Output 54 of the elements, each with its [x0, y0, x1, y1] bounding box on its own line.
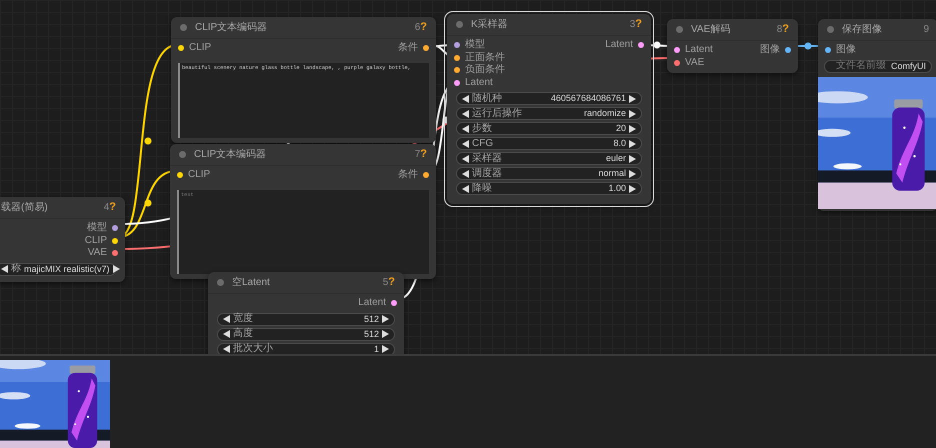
node-card[interactable]: VAE解码 8? Latent VAE 图像 [667, 19, 798, 73]
dropdown-field[interactable]: 采样器 euler [456, 152, 642, 165]
node-number: 3 [630, 18, 636, 32]
slot-label: 正面条件 [465, 52, 505, 63]
node-title: 保存图像 [842, 23, 882, 37]
node-number: 5 [382, 276, 388, 290]
slot-label: 模型 [465, 40, 485, 50]
node-card[interactable]: K采样器 3? 模型 正面条件 负面条件 Latent Latent 随机种 460567684086761 运行后操作 randomize 步数 20 CFG 8.0 采样器 euler 调度器 normal 降噪 1.00 [447, 14, 651, 204]
slot-label: Latent [465, 78, 493, 88]
node-title: VAE解码 [691, 23, 730, 37]
help-mark[interactable]: ? [782, 21, 789, 38]
node-number: 8 [776, 23, 782, 37]
slot-label: 图像 [836, 45, 856, 56]
slot-label: CLIP [189, 43, 212, 54]
node-card[interactable]: 空Latent 5? Latent 宽度 512 高度 512 批次大小 1 [208, 272, 404, 354]
slot-label: CLIP [84, 236, 107, 246]
node-card[interactable]: 载器(简易) 4? 模型 CLIP VAE 称 majicMIX realistic(v7) [0, 197, 125, 282]
slot-label: VAE [88, 248, 107, 258]
node-title: CLIP文本编码器 [194, 148, 266, 162]
number-field[interactable]: 批次大小 1 [217, 342, 395, 354]
node-title: CLIP文本编码器 [195, 20, 268, 35]
left-arrow-icon[interactable] [1, 265, 8, 273]
slot-label: CLIP [188, 170, 210, 180]
slot-label: Latent [605, 40, 633, 50]
number-field[interactable]: 高度 512 [217, 328, 395, 340]
number-field[interactable]: 降噪 1.00 [456, 182, 642, 195]
right-arrow-icon[interactable] [112, 265, 120, 273]
number-field[interactable]: 步数 20 [456, 122, 642, 135]
number-field[interactable]: 随机种 460567684086761 [456, 92, 642, 105]
slot-label: 模型 [87, 223, 107, 234]
help-mark[interactable]: ? [420, 146, 427, 163]
node-number: 4 [104, 201, 110, 215]
node-title: 载器(简易) [1, 200, 48, 215]
node-number: 7 [414, 148, 420, 162]
filename-field[interactable]: 文件名前缀 ComfyUI [824, 60, 932, 72]
slot-label: 负面条件 [465, 65, 505, 76]
node-number: 9 [923, 23, 929, 37]
slot-label: 条件 [398, 170, 418, 180]
number-field[interactable]: 宽度 512 [217, 312, 395, 326]
node-card[interactable]: 保存图像 9 图像 文件名前缀 ComfyUI [818, 19, 936, 210]
help-mark[interactable]: ? [109, 199, 116, 216]
slot-label: VAE [685, 58, 704, 68]
node-title: K采样器 [471, 18, 508, 32]
help-mark[interactable]: ? [635, 16, 642, 33]
slot-label: Latent [685, 45, 713, 56]
slot-label: Latent [358, 298, 386, 308]
number-field[interactable]: CFG 8.0 [456, 137, 642, 150]
help-mark[interactable]: ? [420, 19, 427, 36]
dropdown-field[interactable]: 运行后操作 randomize [456, 107, 642, 120]
dropdown-field[interactable]: 调度器 normal [456, 167, 642, 180]
slot-label: 图像 [760, 45, 780, 56]
node-number: 6 [414, 21, 420, 35]
node-title: 空Latent [232, 276, 270, 290]
slot-label: 条件 [398, 43, 418, 54]
